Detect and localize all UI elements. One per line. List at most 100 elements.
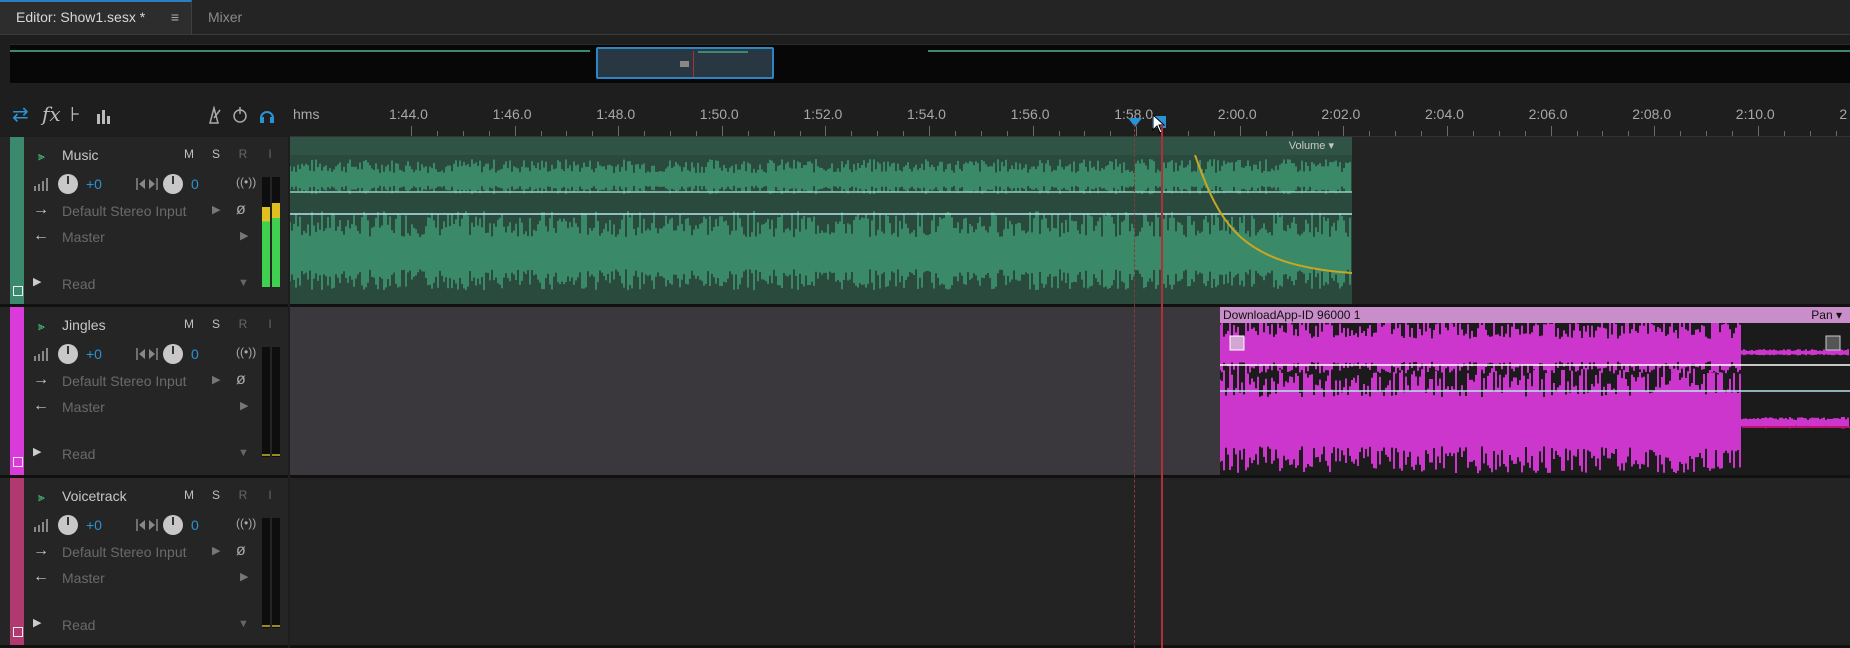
track-select-box[interactable] [13, 627, 23, 637]
chevron-down-icon[interactable]: ▼ [238, 277, 249, 289]
solo-button[interactable]: S [205, 317, 227, 331]
stereo-icon[interactable]: ((•)) [236, 175, 256, 189]
envelope-selector-jingle[interactable]: Pan ▾ [1811, 308, 1842, 322]
input-arrow-icon: → [33, 201, 49, 218]
tab-editor[interactable]: Editor: Show1.sesx * ≡ [0, 0, 192, 34]
pan-knob[interactable] [163, 344, 183, 364]
automation-mode-select[interactable]: Read [62, 276, 95, 292]
output-select[interactable]: Master [62, 399, 105, 415]
output-select[interactable]: Master [62, 570, 105, 586]
chevron-right-icon[interactable]: ▶ [240, 570, 248, 583]
volume-knob[interactable] [58, 174, 78, 194]
solo-button[interactable]: S [205, 488, 227, 502]
record-arm-button[interactable]: R [232, 488, 254, 502]
mute-button[interactable]: M [178, 317, 200, 331]
waveform-music [290, 155, 1352, 291]
clip-jingle[interactable]: DownloadApp-ID 96000 1 Pan ▾ [1220, 307, 1850, 475]
expand-track-icon[interactable]: ▶ [33, 275, 41, 288]
chevron-right-icon[interactable]: ▶ [212, 373, 220, 386]
ruler-tick [411, 126, 412, 136]
headphone-icon[interactable] [258, 106, 276, 124]
input-monitor-button[interactable]: I [259, 147, 281, 161]
track-select-box[interactable] [13, 286, 23, 296]
switch-icon[interactable]: ⇄ [12, 102, 29, 127]
meter-level-left [262, 454, 270, 456]
pan-value[interactable]: 0 [191, 346, 199, 362]
pan-value[interactable]: 0 [191, 176, 199, 192]
meter-level-right [272, 454, 280, 456]
grip-icon [680, 61, 689, 67]
track-color-strip[interactable] [10, 137, 24, 304]
output-select[interactable]: Master [62, 229, 105, 245]
chevron-down-icon[interactable]: ▼ [238, 447, 249, 459]
volume-value[interactable]: +0 [86, 176, 102, 192]
fx-icon[interactable]: fx [42, 102, 61, 126]
volume-knob[interactable] [58, 515, 78, 535]
lane-jingles[interactable]: DownloadApp-ID 96000 1 Pan ▾ [290, 307, 1850, 478]
envelope-label: Pan [1811, 308, 1833, 322]
tab-mixer[interactable]: Mixer [208, 0, 242, 34]
pan-knob[interactable] [163, 174, 183, 194]
mute-button[interactable]: M [178, 488, 200, 502]
pan-value[interactable]: 0 [191, 517, 199, 533]
track-name[interactable]: Music [62, 147, 99, 163]
track-color-strip[interactable] [10, 307, 24, 475]
ruler-minor-tick [1602, 131, 1604, 136]
input-monitor-button[interactable]: I [259, 488, 281, 502]
input-select[interactable]: Default Stereo Input [62, 373, 187, 389]
ruler-tick [1447, 126, 1448, 136]
time-ruler[interactable]: hms 1:44.0 1:46.0 1:48.0 1:50.0 1:52.0 1:54.0… [290, 96, 1850, 137]
clip-music[interactable]: Volume ▾ [290, 137, 1352, 304]
chevron-right-icon[interactable]: ▶ [212, 544, 220, 557]
automation-mode-select[interactable]: Read [62, 446, 95, 462]
volume-value[interactable]: +0 [86, 346, 102, 362]
output-arrow-icon: ← [33, 568, 49, 585]
solo-button[interactable]: S [205, 147, 227, 161]
polarity-icon[interactable]: ø [236, 371, 246, 389]
pan-icon [136, 177, 158, 191]
stereo-icon[interactable]: ((•)) [236, 516, 256, 530]
expand-track-icon[interactable]: ▶ [33, 445, 41, 458]
send-icon[interactable]: ⊦ [70, 102, 80, 127]
volume-knob[interactable] [58, 344, 78, 364]
meter-icon[interactable] [96, 108, 112, 124]
track-header-music: ⫸ Music M S R I +0 0 ((•)) → Default Ste… [0, 137, 288, 307]
track-select-box[interactable] [13, 457, 23, 467]
metronome-icon[interactable] [206, 106, 222, 124]
mute-button[interactable]: M [178, 147, 200, 161]
pan-knob[interactable] [163, 515, 183, 535]
track-name[interactable]: Voicetrack [62, 488, 127, 504]
chevron-right-icon[interactable]: ▶ [240, 229, 248, 242]
in-point-marker[interactable] [1128, 118, 1142, 127]
track-color-strip[interactable] [10, 478, 24, 645]
record-arm-button[interactable]: R [232, 317, 254, 331]
envelope-selector-music[interactable]: Volume ▾ [1289, 139, 1334, 152]
record-arm-button[interactable]: R [232, 147, 254, 161]
input-select[interactable]: Default Stereo Input [62, 544, 187, 560]
polarity-icon[interactable]: ø [236, 201, 246, 219]
input-arrow-icon: → [33, 542, 49, 559]
zoom-navigator-thumb[interactable] [596, 47, 774, 79]
volume-value[interactable]: +0 [86, 517, 102, 533]
envelope-label: Volume [1288, 140, 1326, 152]
chevron-right-icon[interactable]: ▶ [240, 399, 248, 412]
input-monitor-button[interactable]: I [259, 317, 281, 331]
automation-mode-select[interactable]: Read [62, 617, 95, 633]
track-name[interactable]: Jingles [62, 317, 106, 333]
lane-music[interactable]: Volume ▾ [290, 137, 1850, 307]
chevron-down-icon[interactable]: ▼ [238, 618, 249, 630]
session-overview[interactable] [10, 44, 1850, 83]
input-select[interactable]: Default Stereo Input [62, 203, 187, 219]
input-monitor-icon[interactable] [232, 106, 248, 124]
lane-voicetrack[interactable] [290, 478, 1850, 648]
panel-menu-icon[interactable]: ≡ [171, 2, 179, 32]
polarity-icon[interactable]: ø [236, 542, 246, 560]
ruler-minor-tick [1291, 131, 1293, 136]
ruler-minor-tick [592, 131, 594, 136]
ruler-minor-tick [436, 131, 438, 136]
chevron-right-icon[interactable]: ▶ [212, 203, 220, 216]
ruler-minor-tick [566, 131, 568, 136]
overview-clip-line [928, 50, 1850, 52]
expand-track-icon[interactable]: ▶ [33, 616, 41, 629]
stereo-icon[interactable]: ((•)) [236, 345, 256, 359]
